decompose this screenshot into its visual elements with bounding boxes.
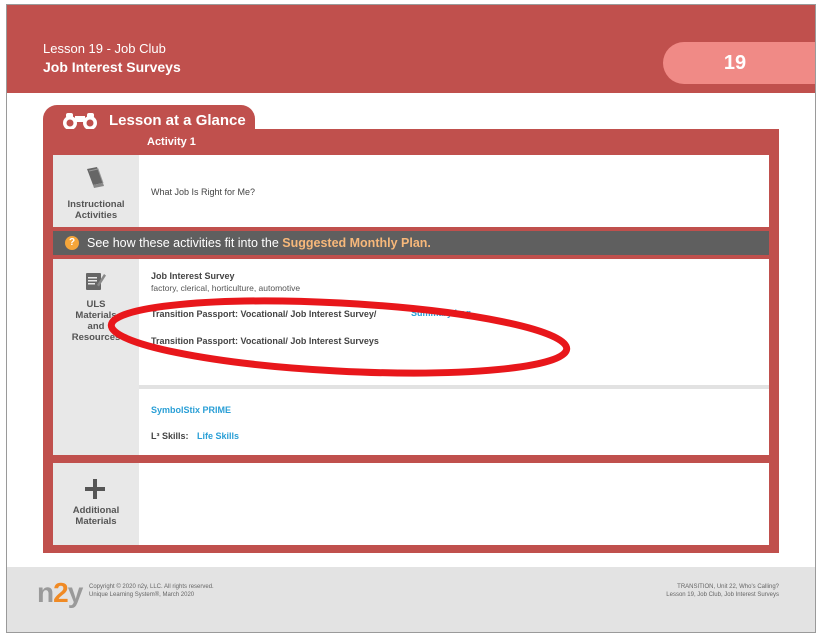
lesson-number-badge: 19 <box>663 42 815 84</box>
additional-caption-1: Additional <box>72 505 120 516</box>
job-interest-survey-subtitle: factory, clerical, horticulture, automot… <box>151 283 301 293</box>
instructional-caption-1: Instructional <box>67 199 125 210</box>
book-icon <box>87 167 104 188</box>
job-interest-survey-title[interactable]: Job Interest Survey <box>151 271 235 281</box>
instructional-caption-2: Activities <box>74 210 118 221</box>
banner-suffix: . <box>427 236 431 250</box>
lesson-header: Lesson 19 - Job Club Job Interest Survey… <box>7 5 815 93</box>
instructional-text: What Job Is Right for Me? <box>151 187 256 197</box>
additional-caption-2: Materials <box>75 516 117 527</box>
activity-label: Activity 1 <box>147 136 196 148</box>
instructional-side: Instructional Activities <box>53 155 139 227</box>
question-icon: ? <box>65 236 79 250</box>
life-skills-link[interactable]: Life Skills <box>197 431 239 441</box>
symbolstix-block: SymbolStix PRIME L³ Skills: Life Skills <box>139 389 769 455</box>
page-footer: n2y Copyright © 2020 n2y, LLC. All right… <box>7 567 815 632</box>
symbolstix-prime-link[interactable]: SymbolStix PRIME <box>151 405 231 415</box>
glance-tab-label: Lesson at a Glance <box>109 112 246 129</box>
lesson-page: Lesson 19 - Job Club Job Interest Survey… <box>6 4 816 633</box>
red-annotation-oval <box>107 297 571 377</box>
suggested-monthly-plan-link[interactable]: Suggested Monthly Plan <box>282 236 427 250</box>
plus-icon <box>85 479 105 499</box>
instructional-activities-row: Instructional Activities What Job Is Rig… <box>53 155 769 227</box>
copyright-text: Copyright © 2020 n2y, LLC. All rights re… <box>89 584 214 598</box>
n2y-logo: n2y <box>37 577 83 608</box>
notepad-icon <box>86 273 106 290</box>
lesson-name: Lesson 19 - Job Club <box>43 41 166 56</box>
additional-side: Additional Materials <box>53 463 139 545</box>
additional-materials-row: Additional Materials <box>53 463 769 545</box>
binoculars-icon <box>63 113 97 130</box>
unit-reference: TRANSITION, Unit 22, Who's Calling? Less… <box>666 584 779 598</box>
banner-prefix: See how these activities fit into the <box>87 236 279 250</box>
lesson-title: Job Interest Surveys <box>43 59 181 75</box>
l3-skills-label: L³ Skills: <box>151 431 189 441</box>
monthly-plan-banner[interactable]: ? See how these activities fit into the … <box>53 231 769 255</box>
